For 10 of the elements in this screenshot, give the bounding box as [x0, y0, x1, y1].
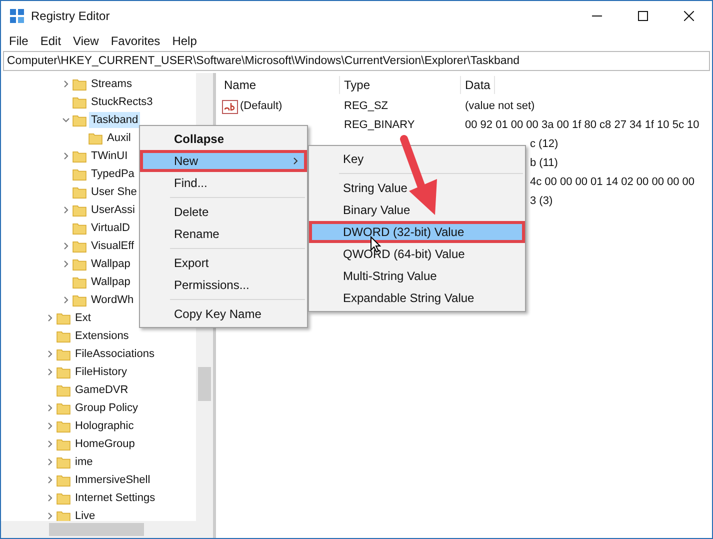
value-name: (Default) — [240, 99, 282, 114]
value-data: 3 (3) — [530, 194, 553, 210]
value-type: REG_SZ — [343, 99, 390, 114]
window-title: Registry Editor — [31, 8, 110, 25]
value-data: (value not set) — [464, 99, 536, 114]
value-data: b (11) — [530, 156, 558, 172]
value-type: REG_BINARY — [343, 118, 416, 134]
value-data: c (12) — [530, 137, 558, 152]
value-data: 4c 00 00 00 01 14 02 00 00 00 00 — [530, 175, 695, 190]
value-data: 00 92 01 00 00 3a 00 1f 80 c8 27 34 1f 10 5c 10 — [464, 118, 700, 134]
